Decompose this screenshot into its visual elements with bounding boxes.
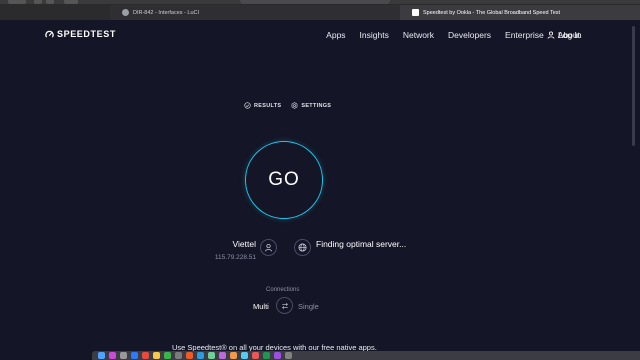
settings-dock-icon[interactable] [175,352,182,359]
launchpad-dock-icon[interactable] [120,352,127,359]
go-button[interactable]: GO [245,141,323,219]
app-dock-icon[interactable] [263,352,270,359]
settings-link[interactable]: SETTINGS [291,102,331,109]
app-dock-icon[interactable] [285,352,292,359]
app-dock-icon[interactable] [230,352,237,359]
sidebar-toggle-button[interactable] [8,0,26,4]
tab-title: DIR-842 - Interfaces - LuCI [133,9,200,16]
login-label: Log In [558,30,582,40]
connections-single[interactable]: Single [298,302,319,311]
page-scrollbar[interactable] [632,26,635,146]
login-link[interactable]: Log In [547,30,582,40]
user-icon [265,243,272,252]
test-options: RESULTS SETTINGS [244,102,331,109]
nav-item-apps[interactable]: Apps [326,30,345,40]
nav-item-insights[interactable]: Insights [360,30,389,40]
app-dock-icon[interactable] [241,352,248,359]
tab-luci[interactable]: DIR-842 - Interfaces - LuCI [110,5,400,20]
user-icon [547,31,555,39]
calendar-dock-icon[interactable] [142,352,149,359]
tab-strip-spacer [0,5,110,20]
nav-item-developers[interactable]: Developers [448,30,491,40]
gear-icon [292,102,298,109]
site-header: SPEEDTEST Apps Insights Network Develope… [0,20,640,54]
connections-toggle[interactable] [276,297,293,314]
results-link[interactable]: RESULTS [244,102,281,109]
back-button[interactable] [34,0,42,4]
macos-dock [92,351,640,360]
speedometer-icon [45,30,54,37]
app-dock-icon[interactable] [197,352,204,359]
main-menu: Apps Insights Network Developers Enterpr… [326,30,580,40]
safari-dock-icon[interactable] [131,352,138,359]
go-label: GO [268,169,300,190]
logo-text: SPEEDTEST [57,29,116,39]
app-dock-icon[interactable] [274,352,281,359]
isp-ip: 115.79.228.51 [214,254,256,261]
luci-favicon-icon [122,9,129,16]
server-globe-icon-wrap[interactable] [294,239,311,256]
globe-icon [298,243,307,252]
isp-info: Viettel 115.79.228.51 [200,239,256,261]
share-button[interactable] [64,0,78,4]
tab-speedtest[interactable]: Speedtest by Ookla - The Global Broadban… [400,5,640,20]
tab-title: Speedtest by Ookla - The Global Broadban… [423,9,561,16]
browser-chrome: DIR-842 - Interfaces - LuCI Speedtest by… [0,0,640,20]
isp-name: Viettel [232,239,256,249]
app-dock-icon[interactable] [219,352,226,359]
settings-label: SETTINGS [301,102,332,109]
results-label: RESULTS [254,102,282,109]
toggle-arrows-icon [281,302,288,309]
app-dock-icon[interactable] [208,352,215,359]
ookla-favicon-icon [412,9,419,16]
connections-multi[interactable]: Multi [253,302,269,311]
finder-dock-icon[interactable] [98,352,105,359]
forward-button[interactable] [46,0,54,4]
app-dock-icon[interactable] [252,352,259,359]
connections-label: Connections [266,287,300,293]
server-status: Finding optimal server... [316,239,407,249]
speedtest-logo[interactable]: SPEEDTEST [45,29,116,39]
siri-dock-icon[interactable] [109,352,116,359]
messages-dock-icon[interactable] [164,352,171,359]
nav-item-enterprise[interactable]: Enterprise [505,30,544,40]
isp-user-icon-wrap [260,239,277,256]
check-circle-icon [244,102,251,109]
nav-item-network[interactable]: Network [403,30,434,40]
address-bar[interactable] [240,0,390,4]
app-dock-icon[interactable] [186,352,193,359]
notes-dock-icon[interactable] [153,352,160,359]
